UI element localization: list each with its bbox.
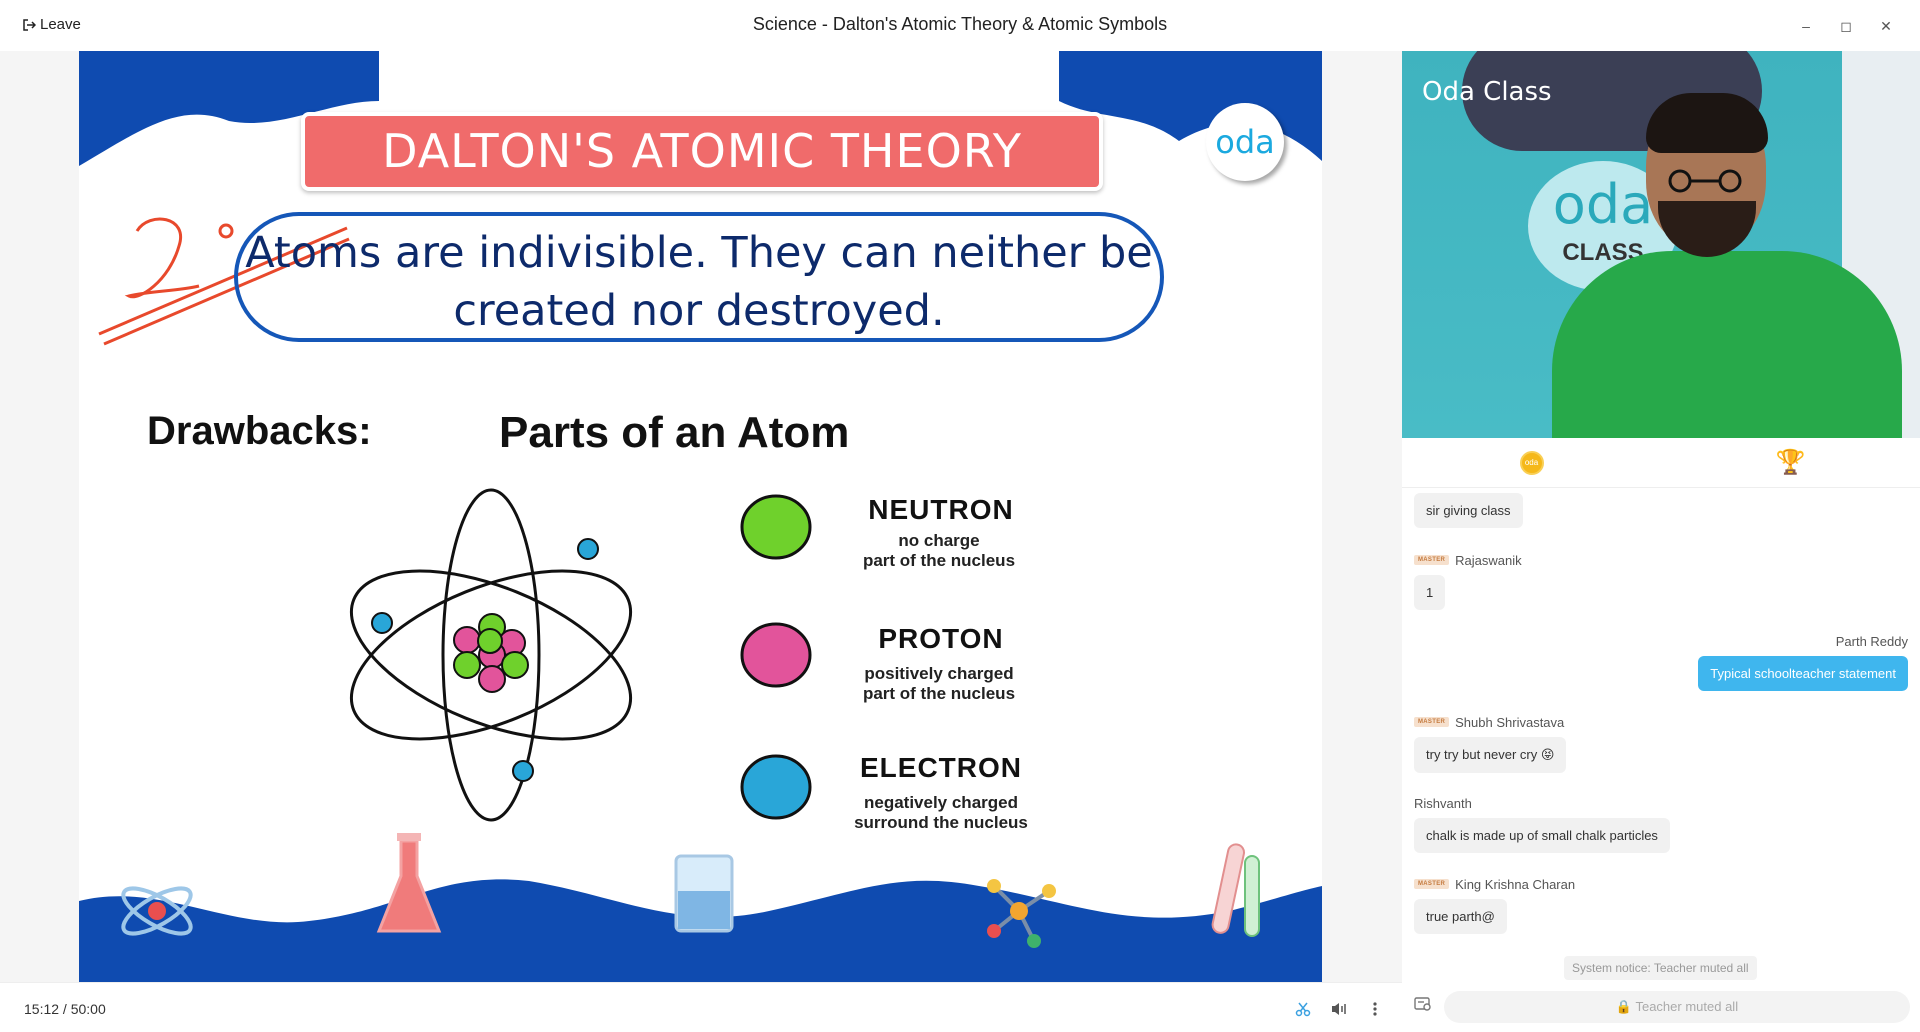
legend-markers (740, 494, 812, 820)
nucleus (453, 613, 529, 693)
slide-stage: DALTON'S ATOMIC THEORY oda Atoms are ind… (0, 51, 1402, 982)
master-badge: MASTER (1414, 555, 1450, 565)
chat-sender: Rishvanth (1414, 794, 1670, 812)
trophy-icon: 🏆 (1775, 448, 1806, 476)
coin-icon: oda (1519, 450, 1544, 475)
slide: DALTON'S ATOMIC THEORY oda Atoms are ind… (79, 51, 1322, 982)
volume-icon[interactable] (1329, 999, 1349, 1019)
electron-desc: negatively charged surround the nucleus (821, 793, 1061, 833)
leave-button[interactable]: Leave (22, 16, 81, 33)
teacher-hair (1646, 93, 1768, 153)
sender-name: King Krishna Charan (1455, 876, 1576, 892)
chat-bubble: true parth@ (1414, 899, 1507, 934)
chat-bubble: Typical schoolteacher statement (1698, 656, 1908, 691)
chat-sender: MASTER Rajaswanik (1414, 551, 1522, 569)
chat-settings-icon[interactable] (1414, 996, 1434, 1016)
chat-message-mine: Parth Reddy Typical schoolteacher statem… (1698, 632, 1908, 691)
chat-bubble: try try but never cry 😝 (1414, 737, 1567, 773)
scissors-icon[interactable] (1293, 999, 1313, 1019)
statement-line-2: created nor destroyed. (453, 286, 945, 336)
oda-logo: oda (1206, 103, 1284, 181)
chat-bubble: 1 (1414, 575, 1446, 610)
more-options-icon[interactable] (1365, 999, 1385, 1019)
neutron-desc-2: part of the nucleus (862, 551, 1016, 570)
neutron-desc: no charge part of the nucleus (819, 531, 1059, 571)
chat-sender: MASTER King Krishna Charan (1414, 875, 1575, 893)
proton-desc-1: positively charged (864, 664, 1014, 683)
chat-message: MASTER Rajaswanik 1 (1414, 551, 1522, 610)
master-badge: MASTER (1414, 717, 1450, 727)
chat-bubble: chalk is made up of small chalk particle… (1414, 818, 1670, 853)
electron-desc-2: surround the nucleus (854, 813, 1028, 832)
statement-line-1: Atoms are indivisible. They can neither … (245, 228, 1153, 278)
diagram-title: Parts of an Atom (499, 408, 850, 457)
chat-list[interactable]: sir giving class MASTER Rajaswanik 1 Part… (1402, 488, 1920, 982)
close-icon[interactable]: ✕ (1866, 14, 1906, 38)
system-notice: System notice: Teacher muted all (1564, 956, 1757, 980)
teacher-video[interactable]: Oda Class oda CLASS (1402, 51, 1920, 438)
teacher-body (1552, 251, 1902, 438)
window-title: Science - Dalton's Atomic Theory & Atomi… (752, 14, 1168, 34)
window-controls: – ◻ ✕ (1786, 14, 1906, 38)
minimize-icon[interactable]: – (1786, 14, 1826, 38)
proton-label: PROTON (878, 623, 1004, 654)
glasses-icon (1668, 169, 1742, 193)
sender-name: Shubh Shrivastava (1455, 714, 1565, 730)
chat-message: MASTER King Krishna Charan true parth@ (1414, 875, 1575, 934)
tab-coins[interactable]: oda (1402, 450, 1661, 475)
maximize-icon[interactable]: ◻ (1826, 14, 1866, 38)
electron-desc-1: negatively charged (863, 793, 1018, 812)
timecode: 15:12 / 50:00 (24, 1001, 106, 1017)
chat-sender: Parth Reddy (1698, 632, 1908, 650)
chat-input-placeholder: Teacher muted all (1635, 999, 1739, 1014)
chat-bubble: sir giving class (1414, 493, 1523, 528)
neutron-desc-1: no charge (898, 531, 980, 550)
sender-name: Parth Reddy (1835, 633, 1908, 649)
leave-label: Leave (40, 16, 81, 33)
player-controls: 15:12 / 50:00 (0, 982, 1402, 1032)
chat-input[interactable]: 🔒 Teacher muted all (1444, 991, 1910, 1023)
chat-message: Rishvanth chalk is made up of small chal… (1414, 794, 1670, 853)
chat-sender: MASTER Shubh Shrivastava (1414, 713, 1566, 731)
video-logo-text: Oda Class (1422, 77, 1552, 107)
theory-statement: Atoms are indivisible. They can neither … (234, 212, 1164, 342)
lock-icon: 🔒 (1615, 999, 1633, 1014)
chat-message: sir giving class (1414, 493, 1523, 528)
panel-tabs: oda 🏆 (1402, 438, 1920, 488)
electron-label: ELECTRON (860, 752, 1022, 783)
proton-desc: positively charged part of the nucleus (819, 664, 1059, 704)
neutron-label: NEUTRON (868, 494, 1014, 525)
sender-name: Rishvanth (1414, 795, 1472, 811)
chat-input-bar: 🔒 Teacher muted all (1402, 982, 1920, 1032)
tab-leaderboard[interactable]: 🏆 (1661, 448, 1920, 476)
slide-banner: DALTON'S ATOMIC THEORY (301, 112, 1103, 191)
master-badge: MASTER (1414, 879, 1450, 889)
chat-message: MASTER Shubh Shrivastava try try but neve… (1414, 713, 1567, 773)
proton-desc-2: part of the nucleus (862, 684, 1016, 703)
exit-icon (23, 18, 36, 31)
drawbacks-label: Drawbacks: (147, 409, 372, 453)
window-titlebar: Leave Science - Dalton's Atomic Theory &… (0, 0, 1920, 51)
sender-name: Rajaswanik (1455, 552, 1522, 568)
